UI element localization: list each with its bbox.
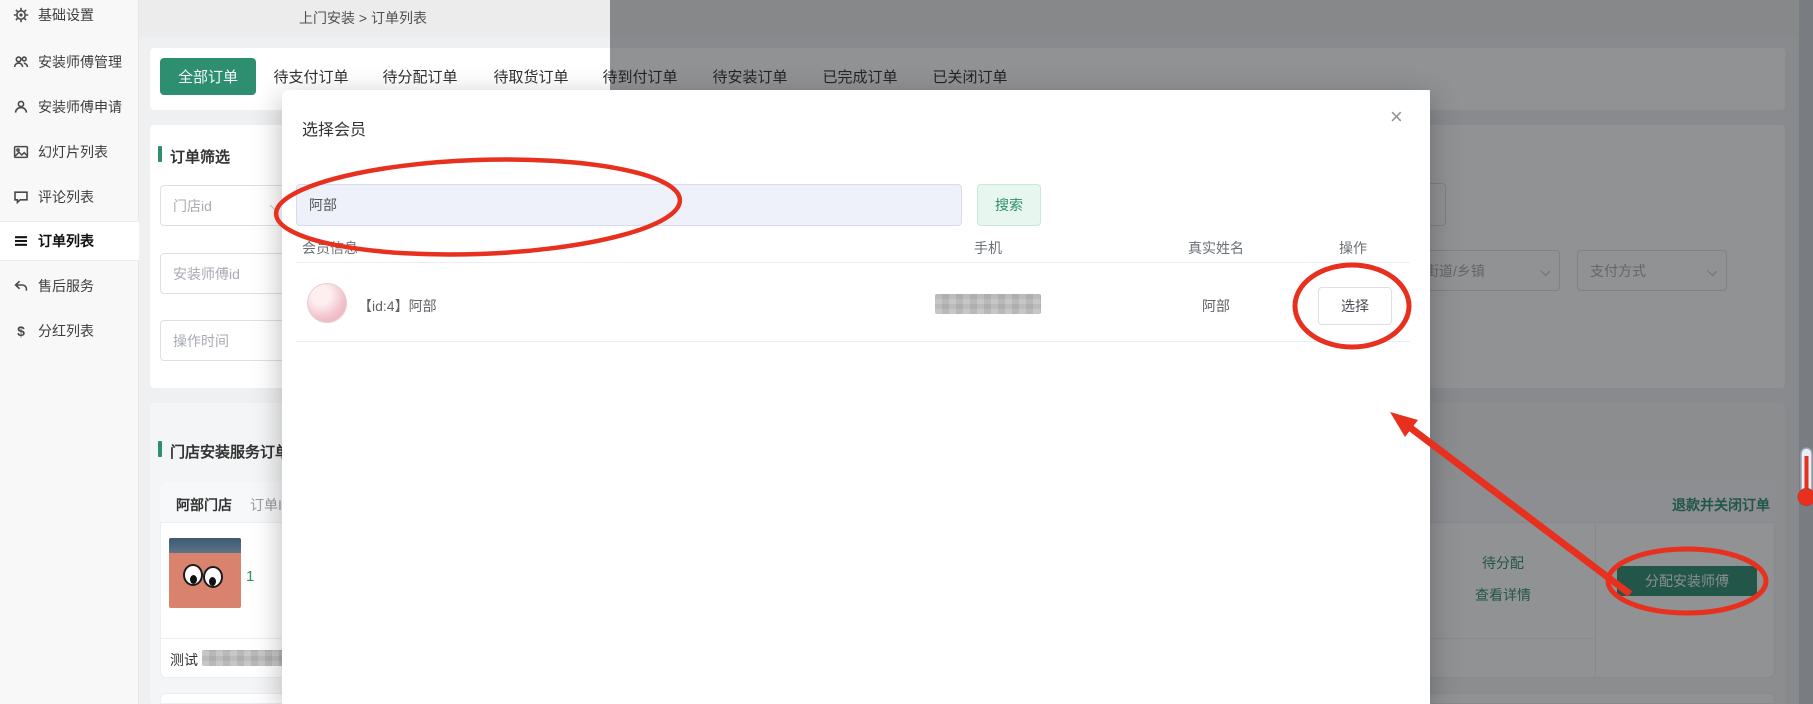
tab-pending-pickup[interactable]: 待取货订单: [483, 66, 579, 87]
item-count: 1: [246, 568, 255, 585]
breadcrumb: 上门安装 > 订单列表: [299, 10, 427, 26]
select-member-modal: [282, 90, 1430, 704]
sidebar-item-order-list[interactable]: 订单列表: [0, 221, 139, 261]
sidebar-item-label: 安装师傅申请: [38, 99, 122, 115]
svg-text:$: $: [17, 323, 25, 339]
installer-id-input[interactable]: [160, 253, 290, 294]
dollar-icon: $: [17, 323, 25, 339]
column-header-member: 会员信息: [302, 240, 358, 256]
sidebar-item-after-sales[interactable]: 售后服务: [0, 266, 139, 306]
select-member-button[interactable]: 选择: [1318, 287, 1392, 325]
sidebar-item-basic-settings[interactable]: 基础设置: [0, 0, 139, 35]
sidebar-item-label: 分红列表: [38, 323, 94, 339]
orders-section-title: 门店安装服务订单: [170, 444, 291, 461]
close-icon[interactable]: ×: [1390, 106, 1403, 128]
sidebar-item-label: 幻灯片列表: [38, 144, 108, 160]
chevron-down-icon: [269, 200, 281, 212]
member-search-input[interactable]: [296, 184, 962, 226]
tab-all-orders[interactable]: 全部订单: [160, 58, 256, 95]
member-real-name: 阿部: [1202, 298, 1230, 314]
modal-title: 选择会员: [302, 122, 367, 139]
operation-time-input[interactable]: [160, 320, 290, 361]
column-header-real-name: 真实姓名: [1188, 240, 1244, 256]
reply-icon: [14, 280, 28, 291]
store-name: 阿部门店: [176, 497, 232, 513]
column-header-phone: 手机: [974, 240, 1002, 256]
sidebar-item-dividend-list[interactable]: $ 分红列表: [0, 311, 139, 351]
product-image-sky: [169, 538, 241, 553]
sidebar: 基础设置 安装师傅管理 安装师傅申请 幻灯片列表 评论列表 订单列表 售后服务 …: [0, 0, 139, 704]
list-icon: [15, 236, 27, 246]
store-id-select-placeholder: 门店id: [173, 197, 212, 214]
sidebar-item-comment-list[interactable]: 评论列表: [0, 177, 139, 217]
store-id-select[interactable]: 门店id: [160, 185, 290, 226]
section-accent-bar: [158, 441, 162, 457]
users-icon: [13, 56, 29, 68]
member-name: 【id:4】阿部: [358, 298, 437, 314]
redacted-phone: [935, 294, 1041, 314]
filter-section-title: 订单筛选: [170, 149, 231, 166]
gear-icon: [13, 7, 29, 23]
tab-pending-assign[interactable]: 待分配订单: [372, 66, 468, 87]
comment-icon: [14, 191, 28, 205]
modal-backdrop: [610, 0, 1813, 90]
order-row-label: 测试: [170, 652, 198, 668]
image-icon: [13, 145, 29, 159]
section-accent-bar: [158, 146, 162, 162]
sidebar-item-label: 售后服务: [38, 278, 94, 294]
sidebar-item-label: 评论列表: [38, 189, 94, 205]
sidebar-item-installer-management[interactable]: 安装师傅管理: [0, 42, 139, 82]
sidebar-item-label: 安装师傅管理: [38, 54, 122, 70]
table-divider: [296, 262, 1410, 263]
user-icon: [14, 100, 28, 113]
sidebar-item-installer-apply[interactable]: 安装师傅申请: [0, 87, 139, 127]
product-image-eye: [203, 566, 223, 588]
column-header-action: 操作: [1339, 240, 1367, 256]
app-window: 基础设置 安装师傅管理 安装师傅申请 幻灯片列表 评论列表 订单列表 售后服务 …: [0, 0, 1813, 704]
product-image: [169, 538, 241, 608]
sidebar-item-label: 基础设置: [38, 7, 94, 23]
sidebar-item-slideshow-list[interactable]: 幻灯片列表: [0, 132, 139, 172]
modal-backdrop: [1430, 90, 1813, 704]
product-image-eye: [183, 564, 203, 586]
sidebar-item-label: 订单列表: [38, 233, 94, 249]
table-divider: [296, 341, 1410, 342]
member-avatar: [307, 283, 347, 323]
tab-pending-payment[interactable]: 待支付订单: [263, 66, 359, 87]
search-button[interactable]: 搜索: [977, 184, 1041, 226]
